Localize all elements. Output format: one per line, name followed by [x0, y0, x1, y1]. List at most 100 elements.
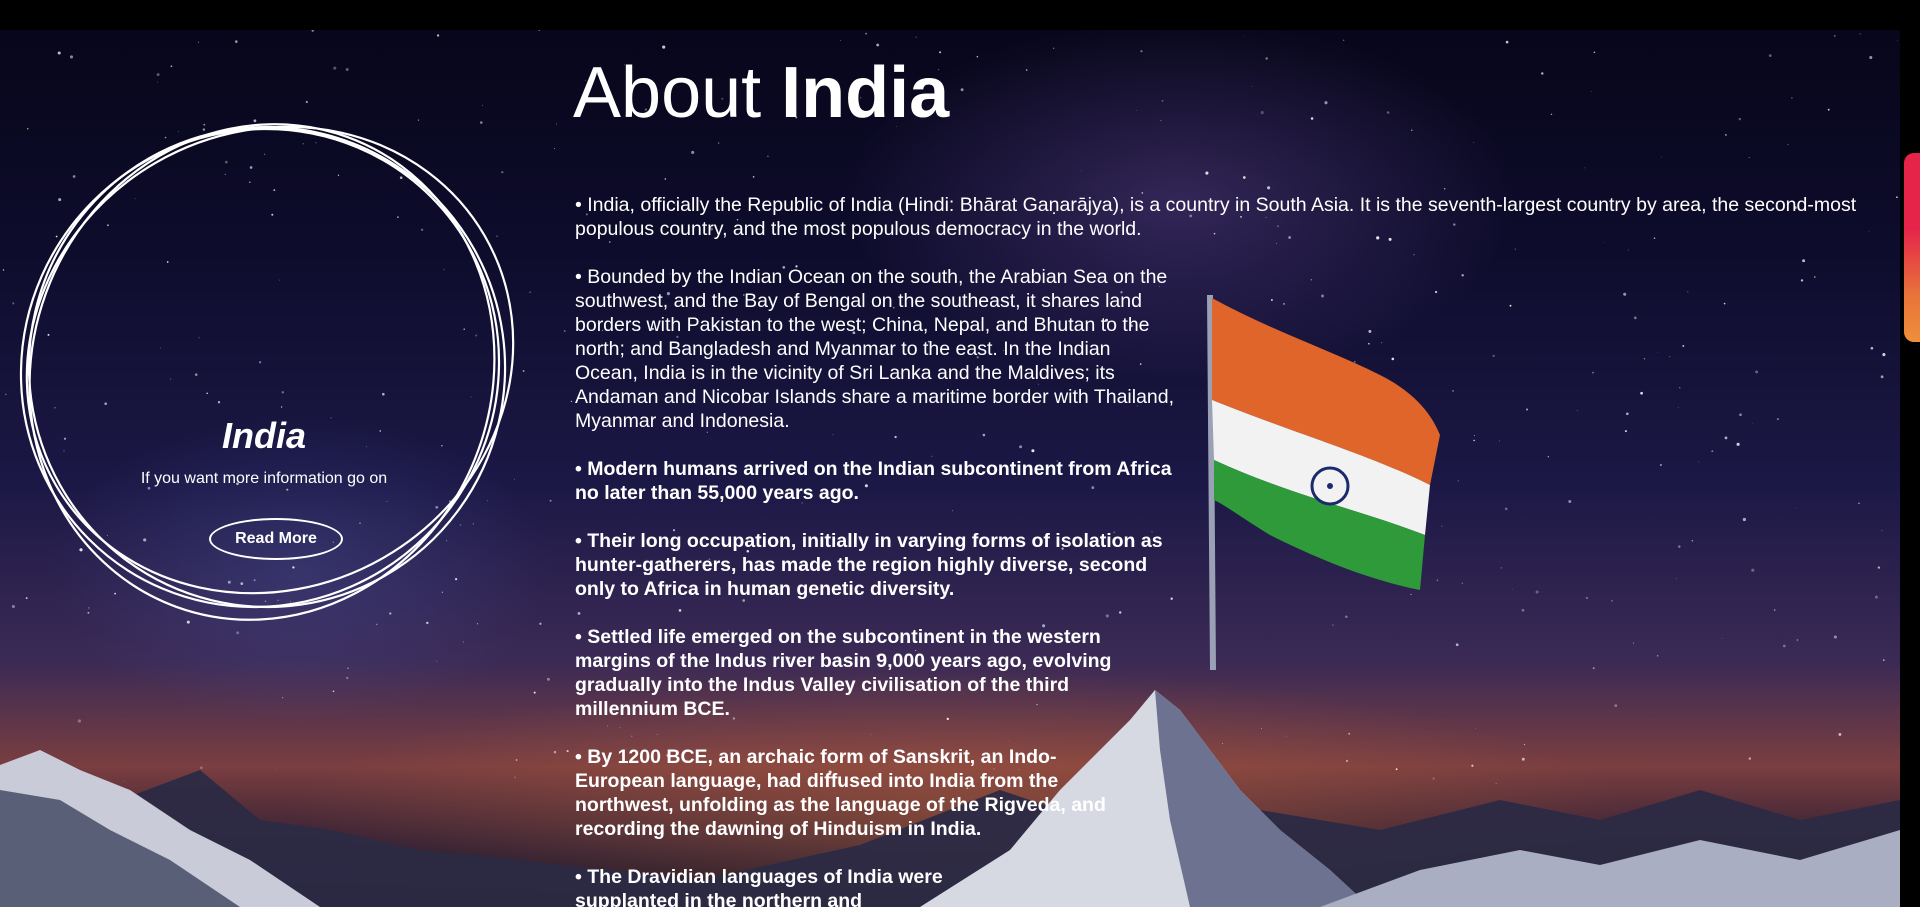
star	[1660, 156, 1662, 158]
star	[1584, 167, 1586, 169]
star	[865, 32, 868, 35]
star	[1748, 156, 1750, 159]
star	[436, 34, 440, 37]
star	[570, 400, 573, 403]
star	[1025, 69, 1028, 71]
star	[1541, 72, 1544, 75]
star	[1136, 109, 1137, 111]
star	[1593, 51, 1596, 54]
text-wrap-spacer	[1175, 289, 1865, 409]
star	[522, 369, 525, 372]
star	[960, 88, 964, 92]
star	[2, 269, 5, 271]
star	[332, 690, 335, 693]
star	[1052, 47, 1055, 50]
star	[553, 750, 557, 754]
star	[1243, 35, 1244, 37]
star	[1267, 186, 1271, 190]
star	[345, 676, 349, 680]
star	[1868, 230, 1870, 232]
star	[876, 43, 880, 47]
star	[1260, 111, 1264, 115]
star	[664, 178, 667, 180]
star	[197, 41, 200, 43]
star	[69, 55, 74, 59]
star	[236, 631, 240, 635]
star	[482, 104, 484, 106]
star	[1833, 35, 1836, 37]
star	[1869, 55, 1873, 60]
star	[1874, 595, 1878, 599]
scrollbar-thumb[interactable]	[1904, 153, 1920, 342]
star	[1590, 91, 1592, 92]
star	[1140, 50, 1143, 53]
star	[282, 697, 284, 699]
star	[549, 499, 552, 502]
star	[538, 30, 541, 31]
star	[752, 176, 755, 178]
paragraph: • By 1200 BCE, an archaic form of Sanskr…	[575, 746, 1106, 840]
star	[1768, 54, 1772, 57]
page-title-bold: India	[781, 53, 950, 133]
paragraph: • India, officially the Republic of Indi…	[575, 194, 1857, 240]
star	[1882, 353, 1886, 357]
star	[915, 36, 917, 38]
star	[1161, 100, 1164, 102]
star	[1787, 143, 1789, 146]
star	[514, 776, 516, 778]
star	[1265, 57, 1268, 60]
star	[717, 142, 720, 144]
star	[515, 759, 518, 761]
star	[5, 393, 7, 396]
page-title: About India	[573, 53, 949, 133]
star	[345, 68, 349, 71]
star	[547, 677, 550, 681]
star	[1791, 97, 1793, 99]
star	[156, 73, 160, 77]
india-card: India If you want more information go on…	[12, 110, 522, 630]
paragraph: • Settled life emerged on the subcontine…	[575, 626, 1112, 720]
star	[1205, 171, 1209, 175]
star	[1343, 39, 1345, 41]
star	[1505, 40, 1509, 44]
star	[234, 40, 238, 43]
star	[566, 750, 569, 753]
star	[1473, 141, 1475, 143]
star	[333, 66, 337, 70]
read-more-button[interactable]: Read More	[209, 518, 343, 560]
star	[347, 667, 349, 669]
star	[170, 65, 173, 68]
star	[529, 291, 531, 293]
star	[554, 148, 556, 150]
star	[1880, 375, 1884, 379]
star	[200, 766, 203, 769]
star	[156, 81, 159, 83]
star	[1896, 40, 1898, 42]
star	[124, 780, 126, 782]
star	[1859, 33, 1861, 35]
star	[1881, 530, 1883, 532]
star	[1443, 187, 1446, 190]
star	[1896, 196, 1898, 199]
star	[276, 768, 278, 770]
star	[1386, 111, 1390, 114]
star	[1242, 176, 1246, 179]
star	[1251, 86, 1253, 87]
star	[1310, 117, 1314, 120]
paragraph: • Bounded by the Indian Ocean on the sou…	[575, 265, 1865, 433]
star	[691, 150, 695, 154]
star	[539, 622, 542, 625]
star	[1738, 117, 1742, 121]
star	[533, 691, 536, 694]
star	[1724, 133, 1727, 136]
about-content: • India, officially the Republic of Indi…	[575, 193, 1865, 907]
star	[1411, 129, 1413, 131]
star	[77, 719, 81, 723]
star	[311, 30, 314, 32]
star	[1550, 113, 1553, 115]
star	[976, 55, 979, 58]
star	[1324, 101, 1328, 105]
star	[662, 45, 666, 49]
star	[1080, 170, 1082, 172]
star	[563, 330, 566, 332]
